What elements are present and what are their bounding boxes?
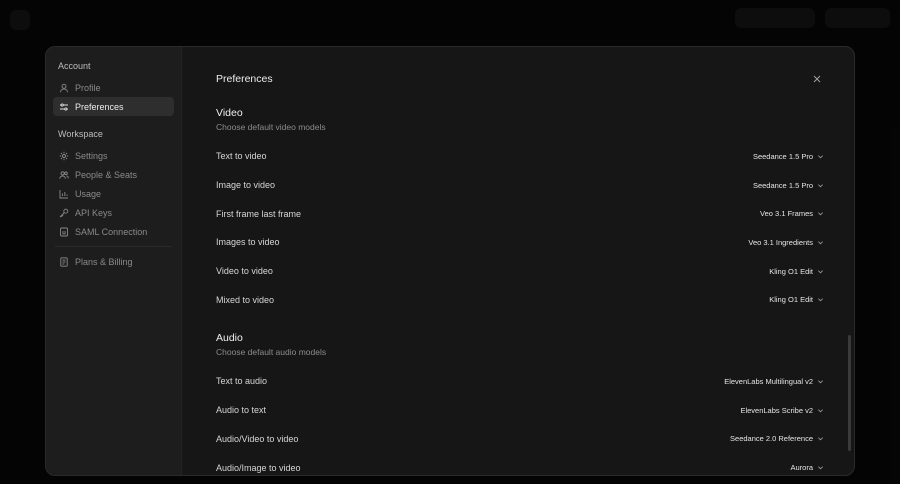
model-setting-row: Audio/Video to video Seedance 2.0 Referen… (216, 425, 824, 454)
sidebar-item-label: Plans & Billing (75, 256, 133, 267)
model-select-value: Seedance 1.5 Pro (752, 180, 813, 190)
model-setting-row: Images to video Veo 3.1 Ingredients (216, 228, 824, 257)
sidebar-item-saml-connection[interactable]: SAML Connection (53, 222, 174, 241)
key-icon (59, 208, 69, 218)
sidebar-item-label: Usage (75, 188, 102, 199)
sidebar-item-people-seats[interactable]: People & Seats (53, 165, 174, 184)
people-icon (59, 170, 69, 180)
model-setting-row: Audio to text ElevenLabs Scribe v2 (216, 396, 824, 425)
audio-section-title: Audio (216, 332, 243, 345)
sidebar-section-workspace: Workspace (58, 129, 103, 139)
sidebar-item-label: Settings (75, 150, 108, 161)
sidebar-item-plans-billing[interactable]: Plans & Billing (53, 252, 174, 271)
receipt-icon (59, 256, 69, 267)
sidebar-item-label: Preferences (75, 101, 124, 112)
gear-icon (59, 151, 69, 161)
model-setting-label: Audio to text (216, 405, 267, 416)
model-setting-row: Mixed to video Kling O1 Edit (216, 285, 824, 314)
sidebar-item-label: API Keys (75, 207, 113, 218)
chevron-down-icon (817, 378, 824, 385)
sidebar-item-settings[interactable]: Settings (53, 146, 174, 165)
content-header: Preferences (216, 71, 824, 87)
model-select-dropdown[interactable]: Seedance 2.0 Reference (730, 434, 824, 443)
close-icon (813, 75, 821, 83)
document-icon (59, 227, 69, 237)
video-rows: Text to video Seedance 1.5 Pro Image to vi… (216, 142, 824, 314)
model-setting-label: Images to video (216, 237, 280, 248)
sidebar-item-label: SAML Connection (75, 226, 148, 237)
close-button[interactable] (810, 72, 824, 86)
model-select-dropdown[interactable]: Aurora (790, 463, 824, 472)
model-select-value: ElevenLabs Scribe v2 (740, 405, 813, 415)
model-select-dropdown[interactable]: ElevenLabs Scribe v2 (740, 406, 824, 415)
sidebar-item-api-keys[interactable]: API Keys (53, 203, 174, 222)
model-select-dropdown[interactable]: Veo 3.1 Ingredients (748, 238, 824, 247)
sidebar-divider (55, 246, 172, 247)
video-section-title: Video (216, 107, 243, 119)
sidebar-item-profile[interactable]: Profile (53, 78, 174, 97)
audio-rows: Text to audio ElevenLabs Multilingual v2 A… (216, 367, 824, 475)
chevron-down-icon (817, 182, 824, 189)
page-title: Preferences (216, 73, 273, 85)
model-select-value: Veo 3.1 Ingredients (748, 237, 813, 247)
model-select-value: Veo 3.1 Frames (760, 209, 813, 219)
model-select-value: Kling O1 Edit (769, 295, 813, 305)
model-setting-label: Audio/Video to video (216, 433, 299, 444)
model-select-dropdown[interactable]: Seedance 1.5 Pro (753, 152, 824, 161)
chevron-down-icon (817, 407, 824, 414)
chevron-down-icon (817, 268, 824, 275)
settings-modal: Account Profile Preferences Workspace Se… (45, 46, 855, 476)
video-section: Video Choose default video models Text t… (216, 107, 824, 314)
model-select-value: Seedance 2.0 Reference (730, 434, 813, 444)
chevron-down-icon (817, 435, 824, 442)
model-setting-row: Text to audio ElevenLabs Multilingual v2 (216, 367, 824, 396)
sidebar-item-label: People & Seats (75, 169, 138, 180)
user-icon (59, 83, 69, 93)
sidebar-item-usage[interactable]: Usage (53, 184, 174, 203)
settings-sidebar: Account Profile Preferences Workspace Se… (46, 47, 182, 475)
chevron-down-icon (817, 210, 824, 217)
chevron-down-icon (817, 153, 824, 160)
model-setting-label: Video to video (216, 266, 273, 277)
model-setting-label: Text to audio (216, 376, 268, 387)
chevron-down-icon (817, 239, 824, 246)
model-select-value: Aurora (790, 463, 813, 473)
model-select-dropdown[interactable]: Kling O1 Edit (769, 267, 824, 276)
model-setting-label: Image to video (216, 180, 276, 191)
model-setting-row: Text to video Seedance 1.5 Pro (216, 142, 824, 171)
sidebar-item-label: Profile (75, 82, 101, 93)
sliders-icon (59, 102, 69, 112)
model-select-value: ElevenLabs Multilingual v2 (724, 376, 813, 386)
sidebar-section-account: Account (58, 61, 91, 71)
model-setting-row: Audio/Image to video Aurora (216, 453, 824, 475)
chevron-down-icon (817, 464, 824, 471)
model-select-dropdown[interactable]: ElevenLabs Multilingual v2 (724, 377, 824, 386)
model-setting-label: Audio/Image to video (216, 462, 301, 473)
model-setting-row: Image to video Seedance 1.5 Pro (216, 171, 824, 200)
model-setting-label: First frame last frame (216, 208, 302, 219)
model-setting-row: First frame last frame Veo 3.1 Frames (216, 199, 824, 228)
preferences-content: Preferences Video Choose default video m… (182, 47, 854, 475)
model-select-dropdown[interactable]: Kling O1 Edit (769, 295, 824, 304)
model-select-value: Kling O1 Edit (769, 266, 813, 276)
bar-chart-icon (59, 189, 69, 199)
chevron-down-icon (817, 296, 824, 303)
video-section-subtitle: Choose default video models (216, 122, 326, 132)
model-select-value: Seedance 1.5 Pro (752, 151, 813, 161)
model-select-dropdown[interactable]: Seedance 1.5 Pro (753, 181, 824, 190)
sidebar-item-preferences[interactable]: Preferences (53, 97, 174, 116)
audio-section-subtitle: Choose default audio models (216, 347, 327, 358)
model-setting-label: Mixed to video (216, 294, 275, 305)
scrollbar[interactable] (848, 335, 851, 451)
model-setting-row: Video to video Kling O1 Edit (216, 257, 824, 286)
model-select-dropdown[interactable]: Veo 3.1 Frames (760, 209, 824, 218)
model-setting-label: Text to video (216, 151, 267, 162)
audio-section: Audio Choose default audio models Text t… (216, 332, 824, 475)
